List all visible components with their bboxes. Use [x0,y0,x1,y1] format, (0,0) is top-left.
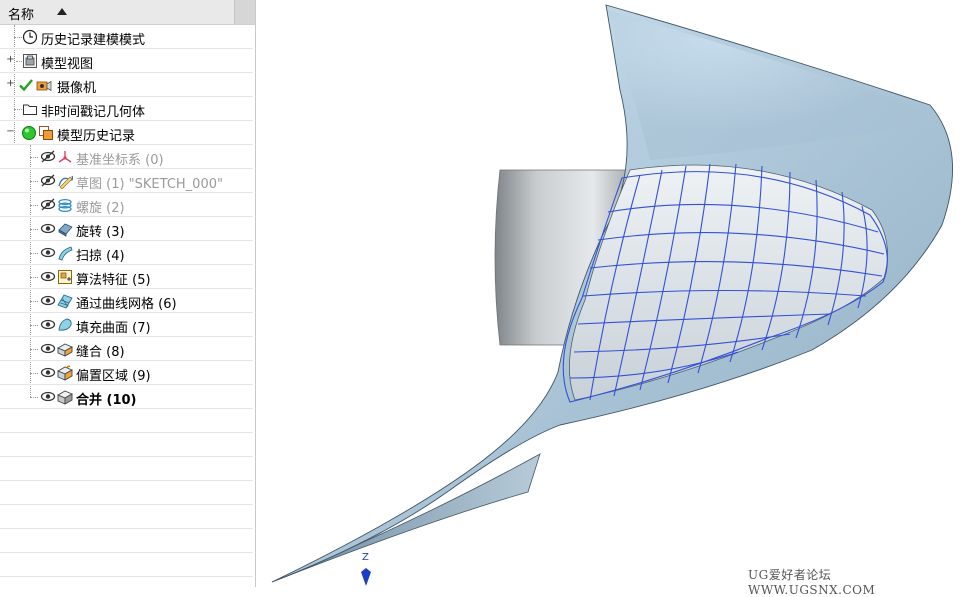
hidden-eye-icon[interactable] [40,150,56,163]
folder-icon [23,104,37,115]
sketch-icon [58,175,73,189]
feature-node-fill-surface[interactable]: 填充曲面 (7) [0,313,253,337]
z-axis-arrow-icon[interactable] [361,568,371,586]
feature-node-sew[interactable]: 缝合 (8) [0,337,253,361]
tree-node-unused-geometry[interactable]: 非时间戳记几何体 [0,97,253,121]
feature-label: 旋转 (3) [76,225,125,240]
feature-node-revolve[interactable]: 旋转 (3) [0,217,253,241]
swept-icon [58,246,73,261]
empty-row [0,481,253,505]
tree-node-label: 摄像机 [57,81,97,96]
unite-icon [57,390,73,405]
feature-label: 算法特征 (5) [76,273,151,288]
hidden-eye-icon[interactable] [40,198,56,211]
offset-region-icon [57,365,73,381]
empty-row [0,505,253,529]
3d-model-surface[interactable] [266,0,962,587]
expand-icon[interactable]: + [6,55,15,65]
eye-icon[interactable] [40,366,56,379]
revolve-icon [58,223,73,237]
empty-row [0,457,253,481]
feature-label: 填充曲面 (7) [76,321,151,336]
feature-label: 螺旋 (2) [76,201,125,216]
hidden-eye-icon[interactable] [40,174,56,187]
helix-icon [58,198,72,213]
feature-node-through-curve-mesh[interactable]: 通过曲线网格 (6) [0,289,253,313]
collapse-icon[interactable]: − [6,127,15,137]
forum-watermark: UG爱好者论坛 WWW.UGSNX.COM [748,568,876,597]
tree-node-history-mode[interactable]: 历史记录建模模式 [0,25,253,49]
model-view-icon [23,54,37,68]
eye-icon[interactable] [40,270,56,283]
empty-row [0,553,253,577]
camera-icon [36,80,52,92]
feature-node-sketch[interactable]: 草图 (1) "SKETCH_000" [0,169,253,193]
feature-node-datum-csys[interactable]: 基准坐标系 (0) [0,145,253,169]
feature-label: 偏置区域 (9) [76,369,151,384]
feature-node-algorithmic[interactable]: 算法特征 (5) [0,265,253,289]
tree-node-label: 非时间戳记几何体 [41,105,146,120]
navigator-tree: 历史记录建模模式 + 模型视图 + 摄像机 非时间戳记几何体 − 模型历史记录 … [0,25,253,577]
feature-label: 扫掠 (4) [76,249,125,264]
empty-row [0,433,253,457]
triad-axis-label: Z [362,552,369,563]
feature-label: 缝合 (8) [76,345,125,360]
datum-csys-icon [58,151,72,163]
eye-icon[interactable] [40,390,56,403]
feature-label: 通过曲线网格 (6) [76,297,177,312]
expand-icon[interactable]: + [6,79,15,89]
tree-node-label: 模型视图 [41,57,94,72]
eye-icon[interactable] [40,222,56,235]
tree-node-cameras[interactable]: + 摄像机 [0,73,253,97]
header-filler [234,0,255,24]
clock-icon [22,29,38,45]
sort-ascending-icon[interactable] [57,8,67,15]
feature-label: 合并 (10) [76,393,137,408]
tree-node-label: 历史记录建模模式 [41,33,146,48]
feature-label: 草图 (1) "SKETCH_000" [76,177,223,192]
eye-icon[interactable] [40,294,56,307]
feature-node-offset-region[interactable]: 偏置区域 (9) [0,361,253,385]
model-history-icon [39,126,53,140]
feature-label: 基准坐标系 (0) [76,153,164,168]
through-curve-mesh-icon [57,294,73,309]
sew-icon [57,343,73,357]
eye-icon[interactable] [40,246,56,259]
checkmark-icon[interactable] [18,77,34,93]
empty-row [0,529,253,553]
navigator-header[interactable]: 名称 [0,0,255,25]
empty-row [0,409,253,433]
part-navigator: 名称 历史记录建模模式 + 模型视图 + 摄像机 非时间戳记几何体 − 模型历史… [0,0,256,587]
algorithmic-feature-icon [58,270,72,284]
eye-icon[interactable] [40,318,56,331]
green-status-icon [22,126,36,140]
name-column-header[interactable]: 名称 [8,4,34,23]
feature-node-unite[interactable]: 合并 (10) [0,385,253,409]
graphics-viewport[interactable] [266,0,962,587]
eye-icon[interactable] [40,342,56,355]
tree-node-model-history[interactable]: − 模型历史记录 [0,121,253,145]
tree-node-label: 模型历史记录 [57,129,136,144]
fill-surface-icon [58,318,72,331]
tree-node-model-views[interactable]: + 模型视图 [0,49,253,73]
feature-node-swept[interactable]: 扫掠 (4) [0,241,253,265]
feature-node-helix[interactable]: 螺旋 (2) [0,193,253,217]
